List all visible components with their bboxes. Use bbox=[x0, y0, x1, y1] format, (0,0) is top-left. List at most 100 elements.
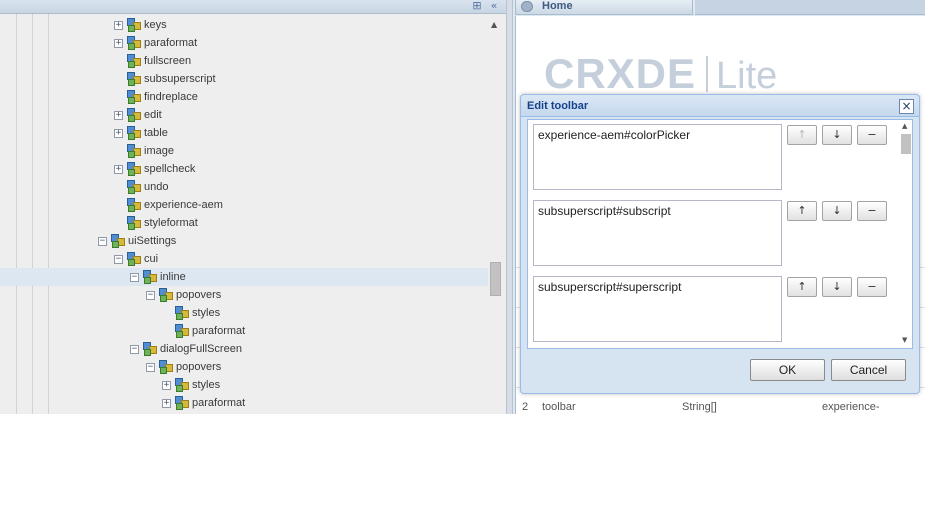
scroll-down-arrow-icon[interactable]: ▼ bbox=[902, 336, 907, 344]
panel-splitter[interactable] bbox=[506, 0, 513, 414]
tree-node[interactable]: styleformat bbox=[0, 214, 490, 232]
toolbar-item-field[interactable] bbox=[533, 200, 782, 266]
dialog-title: Edit toolbar bbox=[527, 100, 589, 112]
remove-item-button[interactable]: − bbox=[857, 201, 887, 221]
expand-icon[interactable]: + bbox=[162, 381, 171, 390]
tree-node-label: undo bbox=[144, 181, 169, 193]
tree-node[interactable]: undo bbox=[0, 178, 490, 196]
node-icon bbox=[174, 323, 190, 339]
tree-node-label: uiSettings bbox=[128, 235, 177, 247]
node-icon bbox=[126, 251, 142, 267]
tree-scrollbar-thumb[interactable] bbox=[490, 262, 501, 296]
node-icon bbox=[126, 125, 142, 141]
move-up-button[interactable]: ↑ bbox=[787, 277, 817, 297]
node-icon bbox=[126, 107, 142, 123]
prop-index: 2 bbox=[522, 401, 529, 413]
node-icon bbox=[126, 197, 142, 213]
expand-icon[interactable]: + bbox=[114, 165, 123, 174]
tree-node[interactable]: image bbox=[0, 142, 490, 160]
collapse-panel-icon[interactable]: « bbox=[487, 0, 501, 13]
tree-node-label: table bbox=[144, 127, 168, 139]
node-icon bbox=[174, 395, 190, 411]
tree-node-label: paraformat bbox=[144, 37, 198, 49]
collapse-icon[interactable]: − bbox=[146, 291, 155, 300]
scroll-up-arrow-icon[interactable]: ▲ bbox=[902, 122, 907, 130]
tree-node[interactable]: + paraformat bbox=[0, 34, 490, 52]
dialog-header[interactable]: Edit toolbar × bbox=[521, 95, 919, 117]
expand-icon[interactable]: + bbox=[114, 39, 123, 48]
logo-divider bbox=[706, 56, 709, 92]
collapse-icon[interactable]: − bbox=[146, 363, 155, 372]
tree-node-label: keys bbox=[144, 19, 167, 31]
crxde-window: ⊞ « + keys + paraformat fullscreen subsupersc… bbox=[0, 0, 925, 414]
collapse-icon[interactable]: − bbox=[114, 255, 123, 264]
node-icon bbox=[174, 377, 190, 393]
expand-icon[interactable]: + bbox=[162, 399, 171, 408]
expand-icon[interactable]: + bbox=[114, 111, 123, 120]
tab-home[interactable]: Home bbox=[515, 0, 693, 15]
move-down-button[interactable]: ↓ bbox=[822, 277, 852, 297]
move-down-button[interactable]: ↓ bbox=[822, 201, 852, 221]
toolbar-item-field[interactable] bbox=[533, 276, 782, 342]
tree-node[interactable]: − inline bbox=[0, 268, 490, 286]
collapse-icon[interactable]: − bbox=[130, 273, 139, 282]
collapse-icon[interactable]: − bbox=[130, 345, 139, 354]
toolbar-item-row: ↑↓− bbox=[533, 200, 888, 266]
move-up-button[interactable]: ↑ bbox=[787, 201, 817, 221]
tree-node[interactable]: + spellcheck bbox=[0, 160, 490, 178]
crxde-lite-logo: CRXDE Lite bbox=[544, 50, 777, 97]
toolbar-item-row: ↑↓− bbox=[533, 276, 888, 342]
tree-node[interactable]: + edit bbox=[0, 106, 490, 124]
tree-scrollbar[interactable]: ▲ bbox=[488, 16, 503, 414]
node-icon bbox=[126, 161, 142, 177]
tree-node[interactable]: experience-aem bbox=[0, 196, 490, 214]
remove-item-button[interactable]: − bbox=[857, 125, 887, 145]
tab-strip bbox=[695, 0, 925, 15]
tree-panel-header: ⊞ « bbox=[0, 0, 506, 14]
move-up-button[interactable]: ↑ bbox=[787, 125, 817, 145]
toolbar-item-field[interactable] bbox=[533, 124, 782, 190]
tree-node[interactable]: fullscreen bbox=[0, 52, 490, 70]
table-row[interactable]: 2 toolbar String[] experience-aem#colo bbox=[516, 398, 925, 414]
collapse-icon[interactable]: − bbox=[98, 237, 107, 246]
tree-node-label: cui bbox=[144, 253, 159, 265]
tree-node[interactable]: subsuperscript bbox=[0, 70, 490, 88]
move-down-button[interactable]: ↓ bbox=[822, 125, 852, 145]
repository-tree: + keys + paraformat fullscreen subsuperscript… bbox=[0, 16, 490, 412]
dialog-scrollbar-thumb[interactable] bbox=[901, 134, 911, 154]
tree-node-label: findreplace bbox=[144, 91, 198, 103]
tree-node[interactable]: − cui bbox=[0, 250, 490, 268]
tree-node-label: styles bbox=[192, 307, 221, 319]
tree-options-icon[interactable]: ⊞ bbox=[470, 0, 484, 13]
scroll-up-arrow-icon[interactable]: ▲ bbox=[491, 20, 497, 29]
tree-node[interactable]: + styles bbox=[0, 376, 490, 394]
tree-node[interactable]: + table bbox=[0, 124, 490, 142]
tree-node[interactable]: paraformat bbox=[0, 322, 490, 340]
dialog-scrollbar[interactable]: ▲ ▼ bbox=[898, 120, 912, 348]
remove-item-button[interactable]: − bbox=[857, 277, 887, 297]
tree-node[interactable]: − popovers bbox=[0, 286, 490, 304]
expand-icon[interactable]: + bbox=[114, 129, 123, 138]
expand-icon[interactable]: + bbox=[114, 21, 123, 30]
tree-node-label: image bbox=[144, 145, 174, 157]
ok-button[interactable]: OK bbox=[750, 359, 825, 381]
node-icon bbox=[142, 341, 158, 357]
tree-node-label: experience-aem bbox=[144, 199, 223, 211]
tree-node[interactable]: + keys bbox=[0, 16, 490, 34]
tree-node[interactable]: − uiSettings bbox=[0, 232, 490, 250]
tree-node-label: fullscreen bbox=[144, 55, 192, 67]
node-icon bbox=[126, 53, 142, 69]
node-icon bbox=[110, 233, 126, 249]
tree-node[interactable]: − dialogFullScreen bbox=[0, 340, 490, 358]
logo-word: CRXDE bbox=[544, 50, 697, 97]
repository-tree-panel: ⊞ « + keys + paraformat fullscreen subsupersc… bbox=[0, 0, 506, 414]
close-icon[interactable]: × bbox=[899, 99, 914, 114]
tree-node-label: paraformat bbox=[192, 397, 246, 409]
tree-node[interactable]: findreplace bbox=[0, 88, 490, 106]
tree-node-label: popovers bbox=[176, 289, 222, 301]
tree-node[interactable]: − popovers bbox=[0, 358, 490, 376]
tree-node[interactable]: + paraformat bbox=[0, 394, 490, 412]
cancel-button[interactable]: Cancel bbox=[831, 359, 906, 381]
tree-node[interactable]: styles bbox=[0, 304, 490, 322]
tree-node-label: spellcheck bbox=[144, 163, 196, 175]
